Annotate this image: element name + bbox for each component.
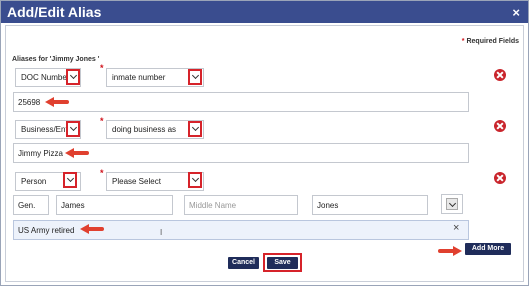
red-arrow-icon <box>65 148 89 158</box>
suffix-dropdown[interactable] <box>441 194 463 214</box>
chevron-down-icon[interactable] <box>188 69 202 85</box>
last-name-input[interactable]: Jones <box>312 195 428 215</box>
close-icon[interactable]: × <box>512 5 520 20</box>
remove-circle-icon[interactable] <box>494 69 506 81</box>
alias-1-value-input[interactable]: 25698 <box>13 92 469 112</box>
dialog-titlebar: Add/Edit Alias × <box>1 1 528 23</box>
middle-name-input[interactable]: Middle Name <box>184 195 298 215</box>
red-arrow-icon <box>80 224 104 234</box>
required-star: * <box>100 168 104 178</box>
save-button[interactable]: Save <box>267 257 298 269</box>
first-name-input[interactable]: James <box>56 195 173 215</box>
required-star: * <box>461 38 465 45</box>
required-fields-label: Required Fields <box>466 38 519 45</box>
generation-input[interactable]: Gen. <box>13 195 49 215</box>
red-arrow-icon <box>438 246 462 256</box>
text-cursor: I <box>160 228 163 237</box>
chevron-down-icon[interactable] <box>66 121 80 137</box>
remove-circle-icon[interactable] <box>494 120 506 132</box>
required-star: * <box>100 116 104 126</box>
red-arrow-icon <box>45 97 69 107</box>
dialog-title: Add/Edit Alias <box>7 4 102 20</box>
required-fields-note: * Required Fields <box>462 38 519 45</box>
add-more-button[interactable]: Add More <box>465 243 511 255</box>
cancel-button[interactable]: Cancel <box>228 257 259 269</box>
chevron-down-icon[interactable] <box>63 172 77 188</box>
remove-circle-icon[interactable] <box>494 172 506 184</box>
chevron-down-icon <box>446 198 458 210</box>
aliases-section-label: Aliases for 'Jimmy Jones ' <box>12 56 100 63</box>
required-star: * <box>100 63 104 73</box>
chevron-down-icon[interactable] <box>188 172 202 188</box>
chevron-down-icon[interactable] <box>66 69 80 85</box>
chevron-down-icon[interactable] <box>188 121 202 137</box>
clear-icon[interactable]: × <box>453 222 459 234</box>
